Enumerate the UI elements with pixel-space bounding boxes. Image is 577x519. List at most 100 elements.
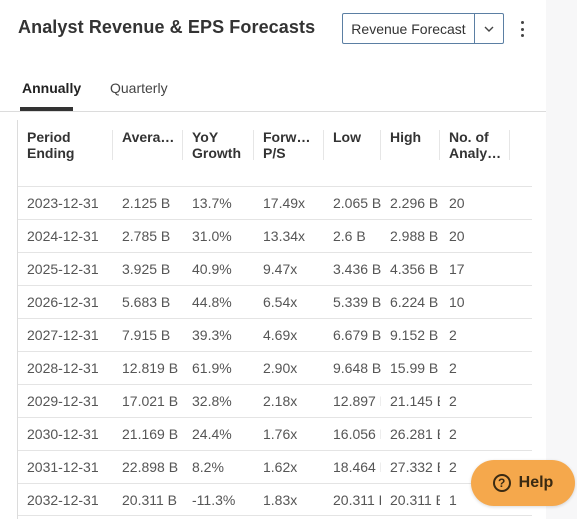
table-cell: 4.69x (263, 327, 298, 343)
table-cell: -11.3% (192, 492, 236, 508)
help-label: Help (518, 474, 554, 491)
table-row: 2023-12-31 2.125 B 13.7% 17.49x 2.065 B 2.296… (18, 186, 532, 219)
kebab-dot (520, 21, 524, 24)
column-header[interactable]: Forw… P/S (254, 129, 324, 161)
table-cell: 17 (449, 261, 465, 277)
table-body: 2023-12-31 2.125 B 13.7% 17.49x 2.065 B 2.296… (18, 186, 532, 516)
table-cell: 2031-12-31 (27, 459, 99, 475)
table-cell: 3.925 B (122, 261, 171, 277)
table-cell: 40.9% (192, 261, 232, 277)
kebab-menu-icon[interactable] (515, 18, 529, 40)
tab-annually[interactable]: Annually (22, 80, 81, 106)
column-header-line: Forw… (263, 129, 311, 145)
table-cell: 27.332 B (390, 459, 440, 475)
table-header: Period Ending Avera… YoY Growth Forw… P/S Low Hi… (18, 120, 532, 186)
table-cell: 20.311 B (390, 492, 440, 508)
column-header[interactable]: No. of Analy… (440, 129, 510, 161)
forecast-table: Period Ending Avera… YoY Growth Forw… P/S Low Hi… (17, 120, 532, 519)
table-cell: 2.785 B (122, 228, 171, 244)
column-header[interactable]: Avera… (113, 129, 183, 145)
table-row: 2028-12-31 12.819 B 61.9% 2.90x 9.648 B 15.99… (18, 351, 532, 384)
table-row: 2025-12-31 3.925 B 40.9% 9.47x 3.436 B 4.356 … (18, 252, 532, 285)
column-header-line: No. of (449, 129, 489, 145)
table-cell: 2025-12-31 (27, 261, 99, 277)
kebab-dot (520, 27, 524, 31)
question-circle-icon: ? (492, 474, 511, 492)
column-header-line: Avera… (122, 129, 175, 145)
table-cell: 18.464 B (333, 459, 381, 475)
column-header-line: High (390, 129, 422, 145)
table-row: 2032-12-31 20.311 B -11.3% 1.83x 20.311 B 20.… (18, 483, 532, 516)
table-cell: 2027-12-31 (27, 327, 99, 343)
table-cell: 2028-12-31 (27, 360, 99, 376)
table-row: 2031-12-31 22.898 B 8.2% 1.62x 18.464 B 27.33… (18, 450, 532, 483)
select-toggle[interactable] (475, 14, 503, 43)
table-cell: 8.2% (192, 459, 224, 475)
table-cell: 9.152 B (390, 327, 439, 343)
table-cell: 13.34x (263, 228, 306, 244)
table-cell: 24.4% (192, 426, 232, 442)
active-tab-indicator (20, 107, 73, 111)
tab-quarterly[interactable]: Quarterly (110, 80, 168, 106)
table-cell: 12.897 B (333, 393, 381, 409)
table-cell: 15.99 B (390, 360, 439, 376)
table-cell: 2.90x (263, 360, 298, 376)
table-cell: 12.819 B (122, 360, 179, 376)
table-cell: 5.683 B (122, 294, 171, 310)
column-header[interactable]: Period Ending (18, 129, 113, 161)
column-header[interactable]: Low (324, 129, 381, 145)
column-header-line: Low (333, 129, 361, 145)
help-button[interactable]: ? Help (471, 460, 575, 506)
table-cell: 20.311 B (122, 492, 178, 508)
table-cell: 10 (449, 294, 465, 310)
table-row: 2026-12-31 5.683 B 44.8% 6.54x 5.339 B 6.224 … (18, 285, 532, 318)
column-header[interactable]: High (381, 129, 440, 145)
table-cell: 39.3% (192, 327, 232, 343)
table-cell: 2 (449, 393, 457, 409)
table-cell: 1.76x (263, 426, 298, 442)
table-cell: 32.8% (192, 393, 232, 409)
column-header-line: Ending (27, 145, 75, 161)
table-cell: 2.296 B (390, 195, 439, 211)
table-cell: 6.679 B (333, 327, 381, 343)
table-cell: 2029-12-31 (27, 393, 99, 409)
table-cell: 2030-12-31 (27, 426, 99, 442)
table-cell: 9.47x (263, 261, 298, 277)
table-cell: 31.0% (192, 228, 232, 244)
table-cell: 5.339 B (333, 294, 381, 310)
table-cell: 61.9% (192, 360, 232, 376)
table-cell: 2.065 B (333, 195, 381, 211)
table-cell: 9.648 B (333, 360, 381, 376)
table-cell: 22.898 B (122, 459, 179, 475)
forecast-panel: Analyst Revenue & EPS Forecasts Revenue … (0, 0, 546, 519)
table-cell: 2 (449, 360, 457, 376)
table-cell: 6.224 B (390, 294, 439, 310)
table-cell: 44.8% (192, 294, 232, 310)
table-cell: 4.356 B (390, 261, 439, 277)
forecast-type-select[interactable]: Revenue Forecast (342, 13, 504, 44)
table-cell: 20 (449, 228, 465, 244)
table-cell: 7.915 B (122, 327, 171, 343)
table-cell: 20.311 B (333, 492, 381, 508)
table-cell: 2024-12-31 (27, 228, 99, 244)
table-cell: 2 (449, 426, 457, 442)
table-cell: 6.54x (263, 294, 298, 310)
table-cell: 2023-12-31 (27, 195, 99, 211)
column-header[interactable]: YoY Growth (183, 129, 254, 161)
table-cell: 26.281 B (390, 426, 440, 442)
table-cell: 1.83x (263, 492, 298, 508)
column-header-line: Analy… (449, 145, 502, 161)
column-header-line: YoY (192, 129, 219, 145)
chevron-down-icon (484, 26, 494, 32)
column-header-line: P/S (263, 145, 286, 161)
column-resize-handle[interactable] (509, 130, 510, 160)
table-cell: 16.056 B (333, 426, 381, 442)
table-cell: 20 (449, 195, 465, 211)
table-cell: 17.49x (263, 195, 306, 211)
column-header-line: Growth (192, 145, 241, 161)
table-row: 2024-12-31 2.785 B 31.0% 13.34x 2.6 B 2.988 B… (18, 219, 532, 252)
table-cell: 2.125 B (122, 195, 171, 211)
panel-title: Analyst Revenue & EPS Forecasts (18, 17, 316, 37)
table-cell: 1.62x (263, 459, 298, 475)
table-cell: 2032-12-31 (27, 492, 99, 508)
